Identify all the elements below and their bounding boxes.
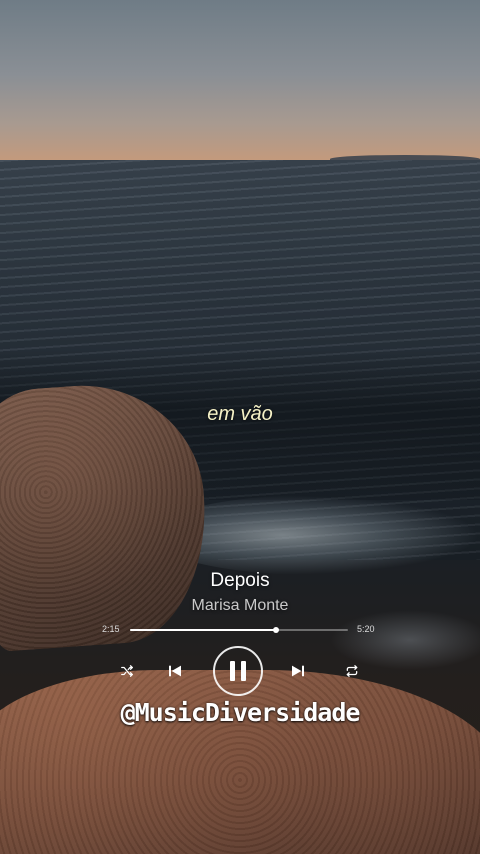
shuffle-button[interactable] — [118, 662, 136, 680]
song-title: Depois — [210, 570, 270, 591]
sky — [0, 0, 480, 165]
shuffle-icon — [120, 664, 134, 678]
pause-icon — [227, 659, 249, 683]
wave-foam-secondary — [330, 610, 480, 670]
skip-previous-icon — [167, 663, 183, 679]
pause-button[interactable] — [213, 646, 263, 696]
progress-thumb[interactable] — [273, 627, 280, 633]
previous-button[interactable] — [165, 661, 185, 681]
progress-bar[interactable] — [130, 627, 348, 633]
watermark-handle: @MusicDiversidade — [120, 698, 361, 727]
repeat-button[interactable] — [343, 662, 361, 680]
skip-next-icon — [290, 663, 306, 679]
next-button[interactable] — [288, 661, 308, 681]
total-time: 5:20 — [357, 624, 375, 634]
elapsed-time: 2:15 — [102, 624, 120, 634]
song-artist: Marisa Monte — [191, 597, 289, 614]
repeat-icon — [345, 664, 359, 678]
progress-fill — [130, 629, 277, 631]
lyric-line: em vão — [207, 403, 273, 425]
